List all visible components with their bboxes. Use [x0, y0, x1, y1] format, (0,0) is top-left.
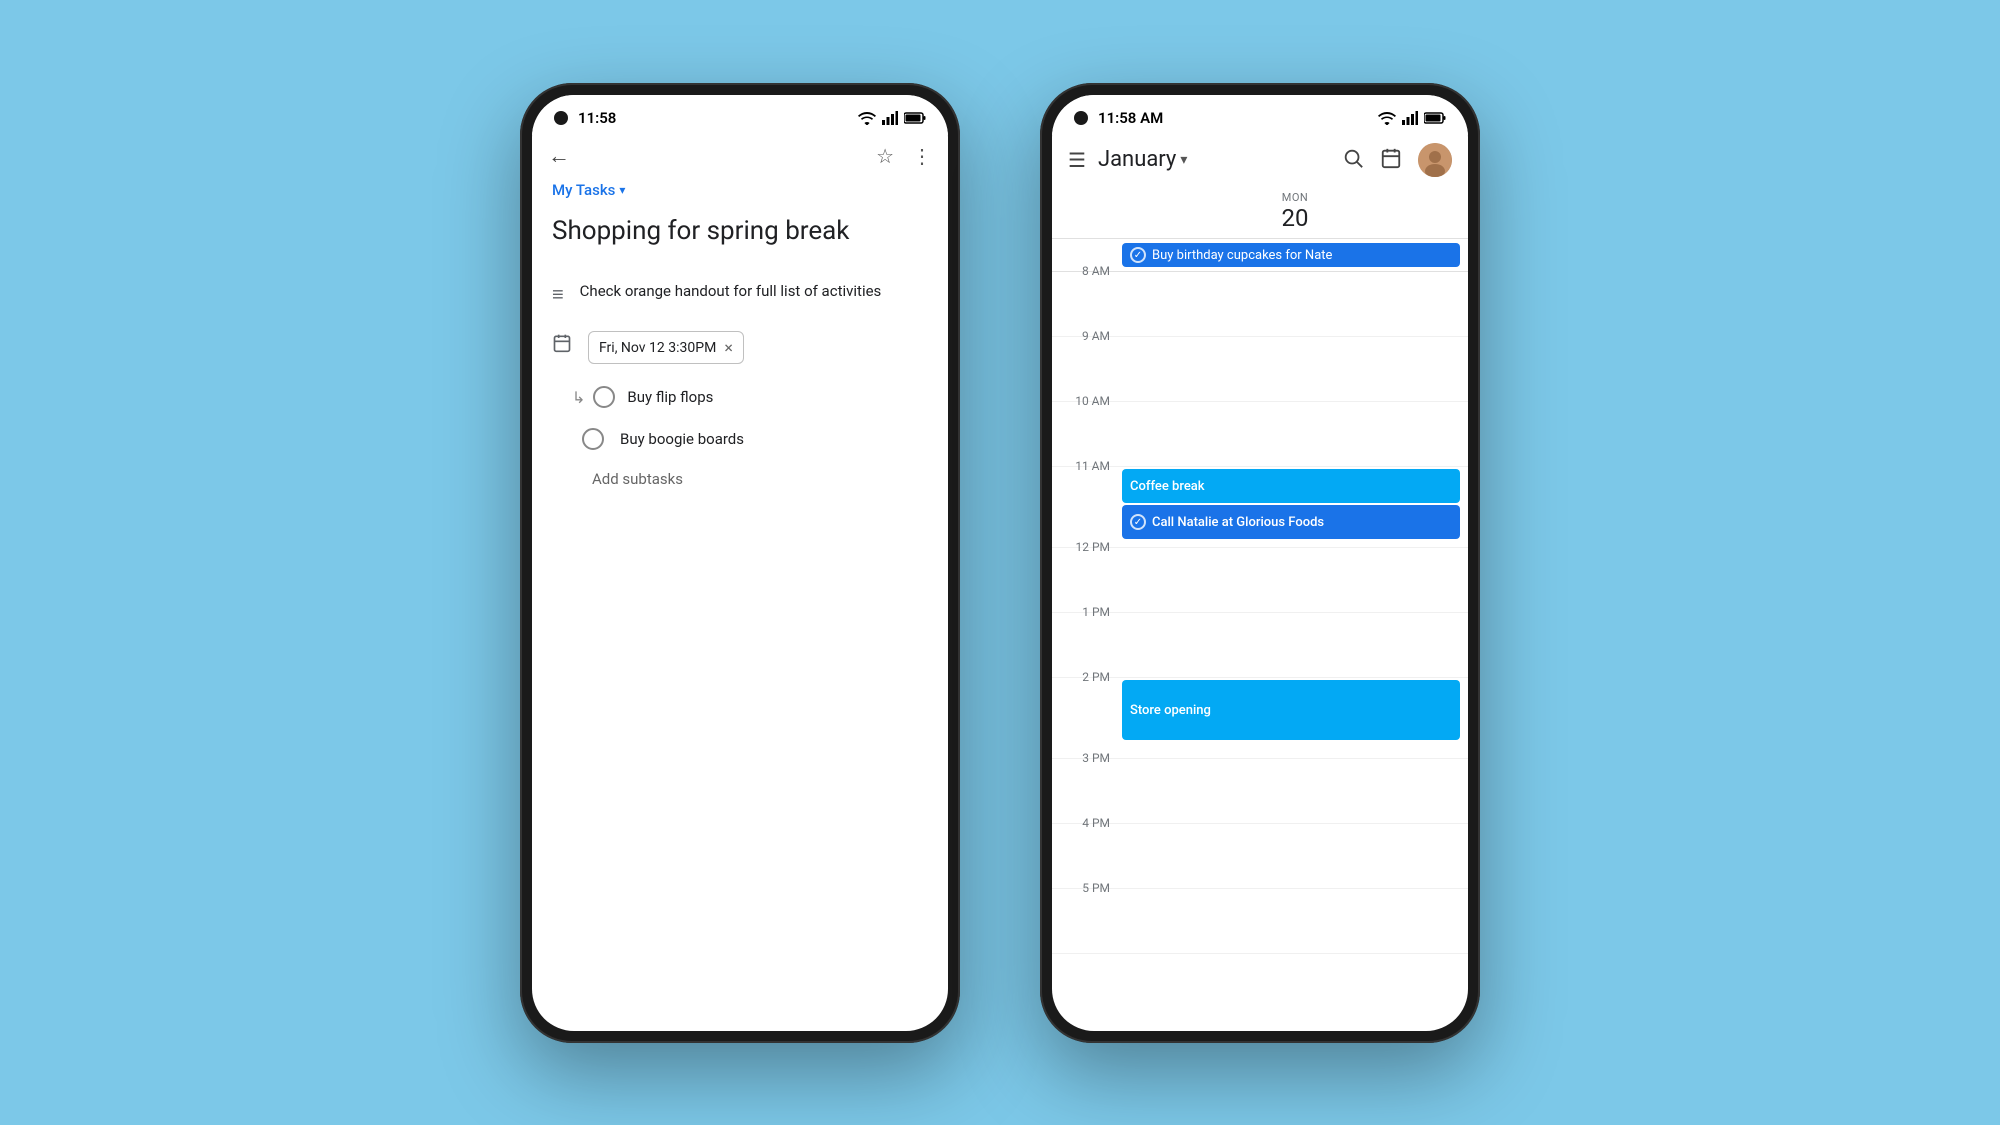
- time-row-3pm: 3 PM: [1052, 759, 1468, 824]
- cal-toolbar-icons: [1342, 143, 1452, 177]
- subtask-row-2: Buy boogie boards: [532, 418, 948, 460]
- subtask-text-1: Buy flip flops: [627, 388, 713, 406]
- search-button[interactable]: [1342, 147, 1364, 173]
- month-title: January ▾: [1098, 147, 1334, 172]
- phone-1: 11:58: [520, 83, 960, 1043]
- subtask-text-2: Buy boogie boards: [620, 430, 744, 448]
- allday-event-text: Buy birthday cupcakes for Nate: [1152, 248, 1332, 263]
- status-bar-2: 11:58 AM: [1052, 95, 1468, 135]
- coffee-break-event[interactable]: Coffee break: [1122, 469, 1460, 503]
- date-chip[interactable]: Fri, Nov 12 3:30PM ×: [588, 331, 744, 364]
- day-name: Mon: [1282, 191, 1309, 204]
- time-label-8am: 8 AM: [1052, 264, 1122, 278]
- month-name: January: [1098, 147, 1176, 172]
- day-number: 20: [1282, 204, 1309, 233]
- description-row: ≡ Check orange handout for full list of …: [532, 268, 948, 319]
- add-subtasks-button[interactable]: Add subtasks: [532, 460, 948, 498]
- battery-icon-2: [1424, 112, 1446, 124]
- time-label-5pm: 5 PM: [1052, 881, 1122, 895]
- time-label-3pm: 3 PM: [1052, 751, 1122, 765]
- date-row: Fri, Nov 12 3:30PM ×: [532, 319, 948, 376]
- my-tasks-dropdown: ▾: [619, 183, 625, 197]
- battery-icon: [904, 112, 926, 124]
- day-header-row: Mon 20: [1052, 185, 1468, 240]
- calendar-icon: [552, 333, 572, 358]
- calendar-toolbar: ☰ January ▾: [1052, 135, 1468, 185]
- time-content-8am: [1122, 272, 1468, 336]
- day-header: Mon 20: [1122, 185, 1468, 239]
- time-label-12pm: 12 PM: [1052, 540, 1122, 554]
- status-time-1: 11:58: [578, 109, 858, 127]
- time-row-8am: 8 AM: [1052, 272, 1468, 337]
- wifi-icon-2: [1378, 111, 1396, 125]
- coffee-break-text: Coffee break: [1130, 479, 1205, 494]
- time-content-11am: Coffee break ✓ Call Natalie at Glorious …: [1122, 467, 1468, 547]
- signal-icon-2: [1402, 111, 1418, 125]
- time-row-5pm: 5 PM: [1052, 889, 1468, 954]
- time-content-12pm: [1122, 548, 1468, 612]
- time-row-11am: 11 AM Coffee break ✓ Call Natalie at Glo…: [1052, 467, 1468, 548]
- time-content-1pm: [1122, 613, 1468, 677]
- description-icon: ≡: [552, 282, 564, 307]
- store-opening-text: Store opening: [1130, 703, 1211, 718]
- status-time-2: 11:58 AM: [1098, 109, 1378, 127]
- star-button[interactable]: ☆: [876, 144, 894, 168]
- wifi-icon: [858, 111, 876, 125]
- status-icons-1: [858, 111, 926, 125]
- allday-check-icon: ✓: [1130, 247, 1146, 263]
- time-row-4pm: 4 PM: [1052, 824, 1468, 889]
- description-text: Check orange handout for full list of ac…: [580, 280, 882, 303]
- time-label-1pm: 1 PM: [1052, 605, 1122, 619]
- subtask-checkbox-1[interactable]: [593, 386, 615, 408]
- call-natalie-check-icon: ✓: [1130, 514, 1146, 530]
- calendar-body: Mon 20 ✓ Buy birthday cupcakes for Nate …: [1052, 185, 1468, 1031]
- time-row-12pm: 12 PM: [1052, 548, 1468, 613]
- calendar-view-button[interactable]: [1380, 147, 1402, 173]
- camera-dot-2: [1074, 111, 1088, 125]
- signal-icon: [882, 111, 898, 125]
- time-content-10am: [1122, 402, 1468, 466]
- subtask-row-1: ↳ Buy flip flops: [532, 376, 948, 418]
- call-natalie-text: Call Natalie at Glorious Foods: [1152, 515, 1324, 530]
- camera-dot: [554, 111, 568, 125]
- user-avatar[interactable]: [1418, 143, 1452, 177]
- time-row-9am: 9 AM: [1052, 337, 1468, 402]
- time-row-10am: 10 AM: [1052, 402, 1468, 467]
- time-row-1pm: 1 PM: [1052, 613, 1468, 678]
- my-tasks-label[interactable]: My Tasks ▾: [552, 181, 928, 199]
- task-title: Shopping for spring break: [552, 215, 928, 249]
- time-label-2pm: 2 PM: [1052, 670, 1122, 684]
- allday-event[interactable]: ✓ Buy birthday cupcakes for Nate: [1122, 243, 1460, 267]
- time-label-10am: 10 AM: [1052, 394, 1122, 408]
- back-button[interactable]: ←: [548, 143, 570, 169]
- status-bar-1: 11:58: [532, 95, 948, 135]
- indent-icon: ↳: [572, 388, 585, 407]
- date-chip-close[interactable]: ×: [724, 338, 733, 357]
- time-content-2pm: Store opening: [1122, 678, 1468, 758]
- store-opening-event[interactable]: Store opening: [1122, 680, 1460, 740]
- time-content-5pm: [1122, 889, 1468, 953]
- time-content-4pm: [1122, 824, 1468, 888]
- toolbar-1: ← ☆ ⋮: [532, 135, 948, 177]
- call-natalie-event[interactable]: ✓ Call Natalie at Glorious Foods: [1122, 505, 1460, 539]
- my-tasks-text: My Tasks: [552, 181, 615, 199]
- date-chip-text: Fri, Nov 12 3:30PM: [599, 340, 716, 356]
- time-row-2pm: 2 PM Store opening: [1052, 678, 1468, 759]
- hamburger-button[interactable]: ☰: [1068, 148, 1086, 172]
- time-label-4pm: 4 PM: [1052, 816, 1122, 830]
- month-dropdown-arrow[interactable]: ▾: [1180, 152, 1187, 168]
- time-content-9am: [1122, 337, 1468, 401]
- time-content-3pm: [1122, 759, 1468, 823]
- status-icons-2: [1378, 111, 1446, 125]
- more-button[interactable]: ⋮: [912, 144, 932, 168]
- subtask-checkbox-2[interactable]: [582, 428, 604, 450]
- time-label-11am: 11 AM: [1052, 459, 1122, 473]
- time-label-9am: 9 AM: [1052, 329, 1122, 343]
- phone-2: 11:58 AM: [1040, 83, 1480, 1043]
